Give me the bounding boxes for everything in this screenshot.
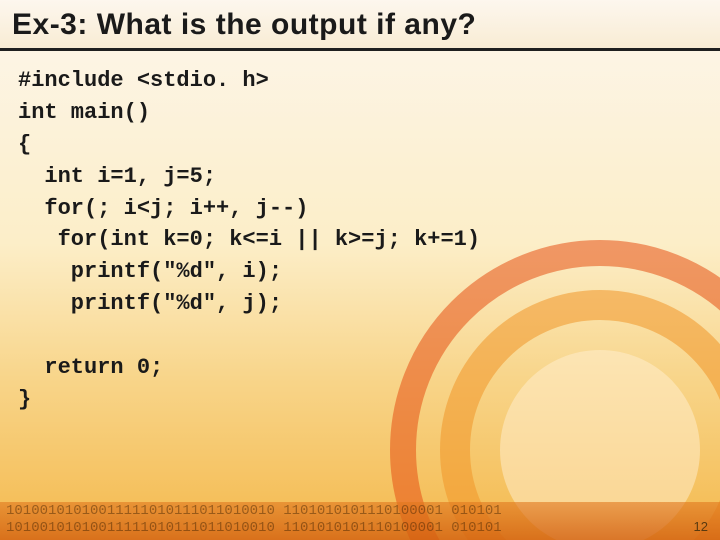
binary-decor-2: 10100101010011111010111011010010 1101010… [0,519,720,536]
page-number: 12 [694,519,708,534]
code-block: #include <stdio. h> int main() { int i=1… [0,51,720,416]
binary-decor-1: 10100101010011111010111011010010 1101010… [0,502,720,519]
title-bar: Ex-3: What is the output if any? [0,0,720,51]
slide-title: Ex-3: What is the output if any? [12,8,708,42]
footer-strip: 10100101010011111010111011010010 1101010… [0,502,720,540]
